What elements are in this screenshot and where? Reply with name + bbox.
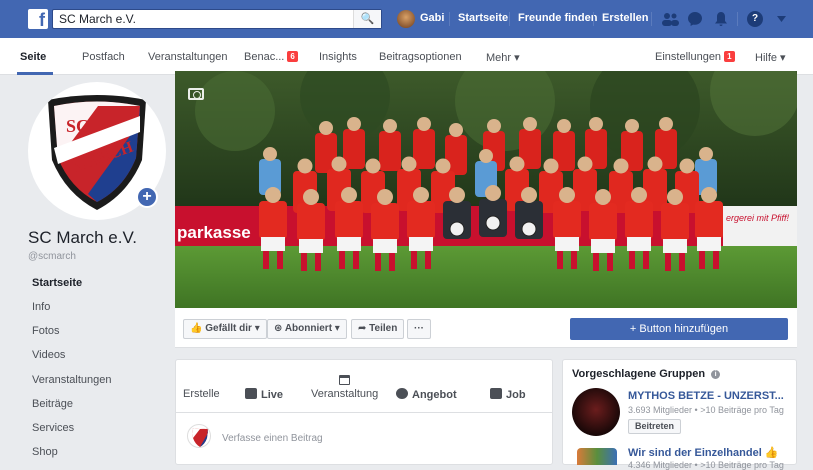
settings-link[interactable]: Einstellungen 1 [655, 51, 735, 63]
thumbs-up-icon: 👍 [190, 323, 203, 334]
share-button[interactable]: ➦ Teilen [351, 319, 405, 339]
follow-button[interactable]: ⊛ Abonniert ▾ [267, 319, 347, 339]
composer-job-label: Job [506, 389, 526, 401]
composer-live-button[interactable]: Live [245, 388, 283, 401]
composer-offer-label: Angebot [412, 389, 457, 401]
group-name-link[interactable]: MYTHOS BETZE - UNZERST... [628, 390, 784, 402]
banner-right-text: ergerei mit Pfiff! [726, 213, 790, 223]
change-cover-camera-icon[interactable] [188, 88, 204, 100]
cover-photo[interactable]: parkasse ergerei mit Pfiff! [175, 71, 797, 308]
tab-page[interactable]: Seite [20, 51, 46, 63]
nav-find-friends-link[interactable]: Freunde finden [518, 12, 597, 24]
notification-count-badge: 6 [287, 51, 298, 62]
facebook-logo-icon[interactable]: f [28, 9, 48, 29]
follow-label: Abonniert ▾ [284, 323, 340, 334]
divider [737, 12, 738, 26]
composer-live-label: Live [261, 389, 284, 401]
calendar-icon [339, 375, 350, 385]
suggested-groups-title-text: Vorgeschlagene Gruppen [572, 368, 706, 380]
nav-home-link[interactable]: Startseite [458, 12, 508, 24]
info-icon[interactable]: i [711, 370, 721, 379]
sidebar-item-home[interactable]: Startseite [18, 271, 170, 295]
like-button[interactable]: 👍 Gefällt dir ▾ [183, 319, 267, 339]
add-profile-photo-button[interactable]: + [136, 186, 158, 208]
page-tab-bar: Seite Postfach Veranstaltungen Benac... 6… [0, 38, 813, 75]
composer-event-button[interactable]: Veranstaltung [311, 388, 378, 400]
divider [509, 12, 510, 26]
more-options-button[interactable]: ··· [407, 319, 431, 339]
sidebar-item-shop[interactable]: Shop [18, 440, 170, 464]
help-menu[interactable]: Hilfe ▾ [755, 51, 786, 64]
rss-icon: ⊛ [274, 323, 283, 334]
settings-badge: 1 [724, 51, 735, 62]
page-username[interactable]: @scmarch [28, 251, 76, 262]
chevron-down-icon[interactable] [777, 16, 786, 22]
divider [449, 12, 450, 26]
search-icon[interactable]: 🔍 [353, 10, 381, 28]
group-thumbnail[interactable] [577, 448, 617, 465]
sidebar-item-services[interactable]: Services [18, 416, 170, 440]
sidebar-item-posts[interactable]: Beiträge [18, 392, 170, 416]
tab-events[interactable]: Veranstaltungen [148, 51, 228, 63]
crest-text-sc: SC [66, 116, 89, 136]
sidebar-item-info[interactable]: Info [18, 295, 170, 319]
composer-avatar [187, 424, 211, 448]
tab-insights[interactable]: Insights [319, 51, 357, 63]
banner-left-text: parkasse [177, 223, 251, 242]
composer-offer-button[interactable]: Angebot [396, 388, 457, 401]
composer-job-button[interactable]: Job [490, 388, 526, 401]
composer-input[interactable]: Verfasse einen Beitrag [222, 433, 323, 444]
top-bar: f 🔍 Gabi Startseite Freunde finden Erste… [0, 0, 813, 38]
tab-publishing-tools[interactable]: Beitragsoptionen [379, 51, 462, 63]
composer-divider [175, 412, 553, 413]
group-meta: 3.693 Mitglieder • >10 Beiträge pro Tag [628, 405, 784, 415]
tab-inbox[interactable]: Postfach [82, 51, 125, 63]
sidebar-item-photos[interactable]: Fotos [18, 319, 170, 343]
group-thumbnail[interactable] [572, 388, 620, 436]
team-photo: parkasse ergerei mit Pfiff! [175, 71, 797, 308]
join-group-button[interactable]: Beitreten [628, 419, 682, 434]
tab-more[interactable]: Mehr ▾ [486, 51, 520, 64]
share-arrow-icon: ➦ [358, 323, 367, 334]
divider [651, 12, 652, 26]
user-avatar[interactable] [397, 10, 415, 28]
nav-create-link[interactable]: Erstellen [602, 12, 648, 24]
user-name-link[interactable]: Gabi [420, 12, 444, 24]
tab-notifications[interactable]: Benac... 6 [244, 51, 298, 63]
video-camera-icon [245, 388, 257, 399]
share-label: Teilen [369, 323, 398, 334]
active-tab-indicator [17, 72, 53, 75]
page-title: SC March e.V. [28, 228, 137, 247]
settings-label: Einstellungen [655, 51, 722, 63]
group-name-link[interactable]: Wir sind der Einzelhandel 👍 [628, 446, 779, 459]
divider [593, 12, 594, 26]
sidebar-item-videos[interactable]: Videos [18, 343, 170, 367]
composer-create-label: Erstelle [183, 388, 220, 400]
like-label: Gefällt dir ▾ [205, 323, 260, 334]
add-button-button[interactable]: + Button hinzufügen [570, 318, 788, 340]
sidebar-item-events[interactable]: Veranstaltungen [18, 368, 170, 392]
offer-tag-icon [396, 388, 408, 399]
friends-icon[interactable] [661, 12, 679, 26]
suggested-groups-title: Vorgeschlagene Gruppen i [572, 368, 721, 380]
help-icon[interactable]: ? [747, 11, 763, 27]
search-input[interactable] [53, 10, 343, 28]
messenger-icon[interactable] [687, 11, 703, 27]
search-box[interactable]: 🔍 [52, 9, 382, 29]
tab-notifications-label: Benac... [244, 51, 285, 63]
group-meta: 4.346 Mitglieder • >10 Beiträge pro Tag [628, 460, 784, 470]
briefcase-icon [490, 388, 502, 399]
notifications-icon[interactable] [713, 11, 729, 27]
